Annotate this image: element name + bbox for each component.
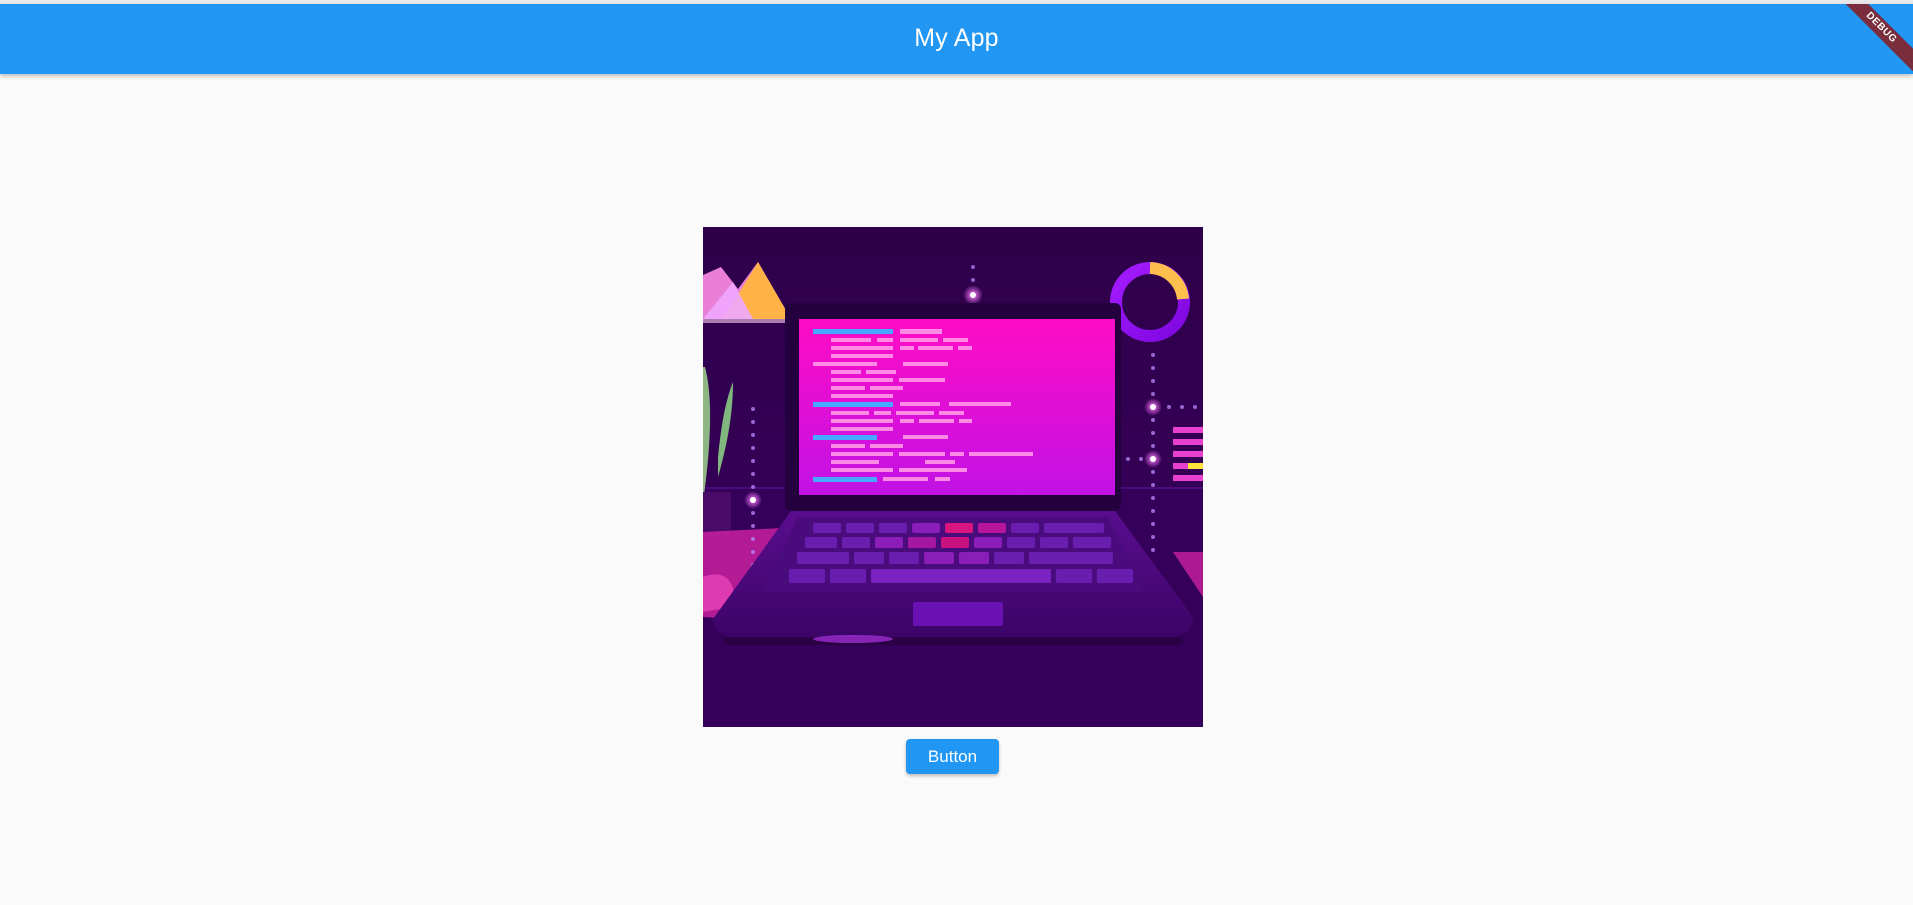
primary-button[interactable]: Button bbox=[906, 739, 999, 774]
laptop-illustration bbox=[703, 227, 1203, 727]
app-title: My App bbox=[914, 23, 999, 52]
app-bar: My App bbox=[0, 4, 1913, 74]
main-content: Button bbox=[0, 74, 1913, 905]
